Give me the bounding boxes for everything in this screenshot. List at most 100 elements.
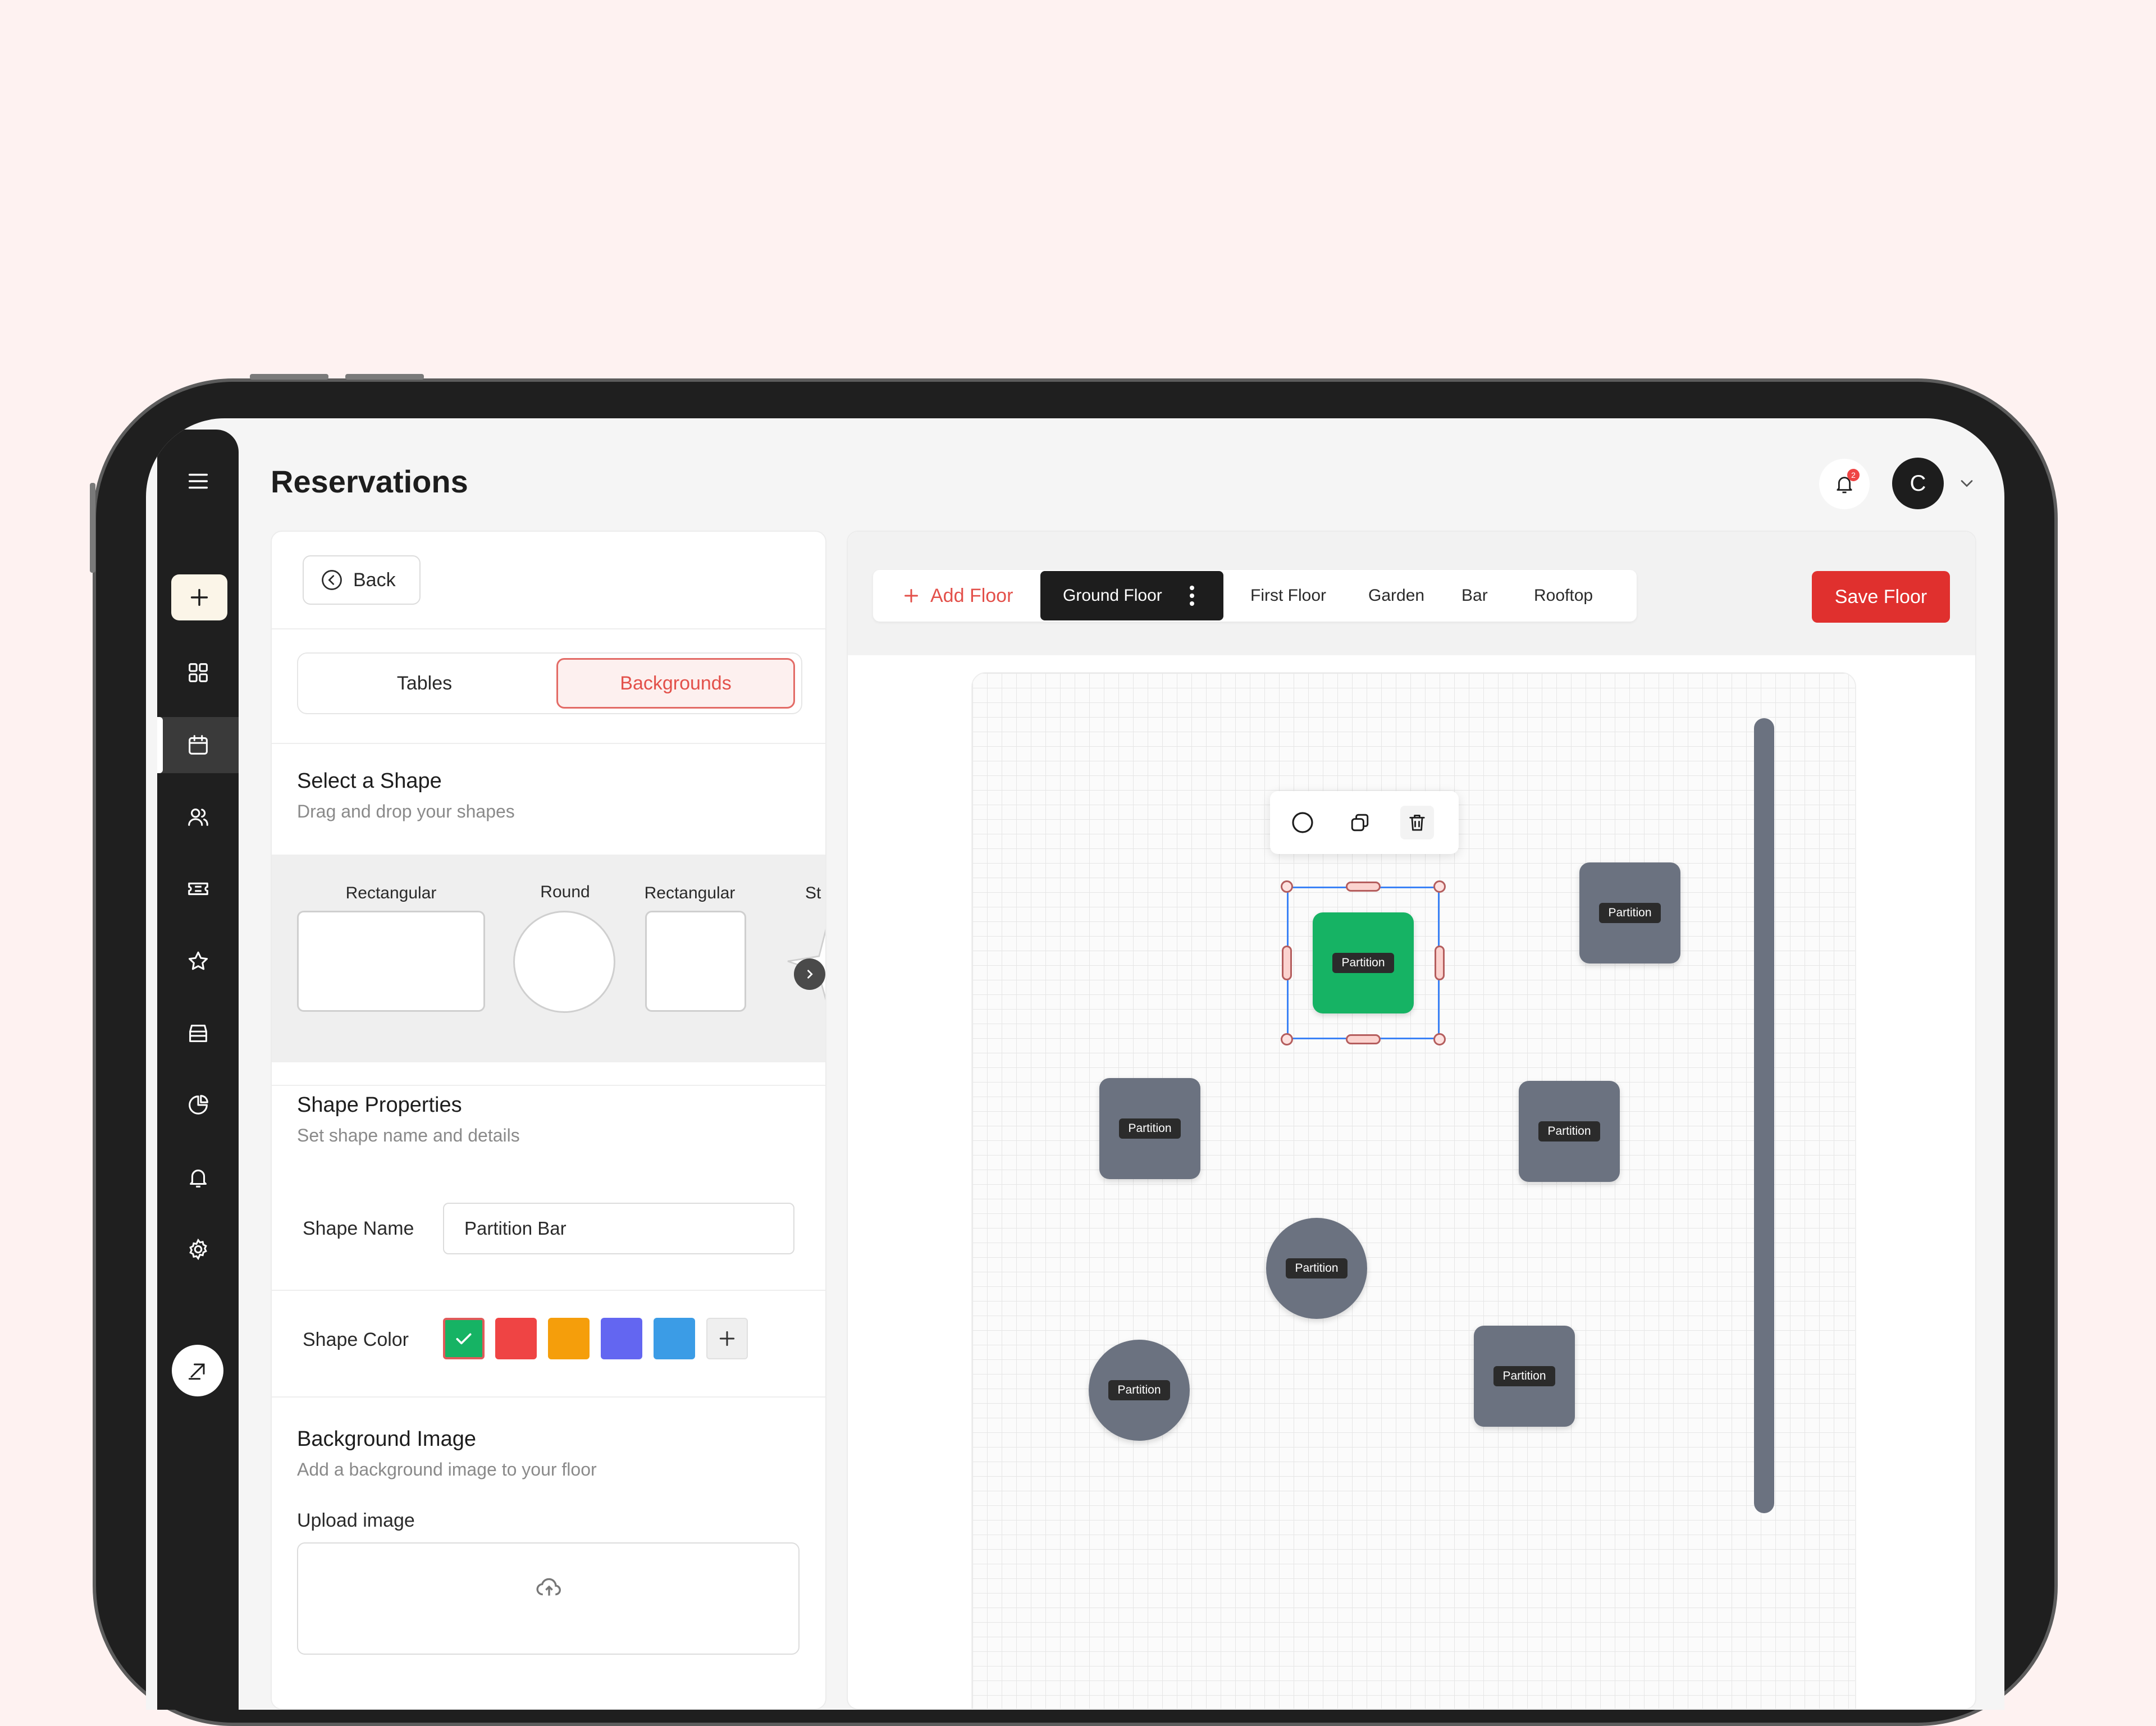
resize-handle[interactable] [1435,946,1445,980]
background-image-title: Background Image [297,1427,476,1451]
resize-handle[interactable] [1433,880,1446,893]
floor-tab-rooftop[interactable]: Rooftop [1534,570,1593,622]
panel-tabs: Tables Backgrounds [297,652,802,714]
shape-tag: Partition [1119,1118,1181,1139]
floor-tab-ground-floor[interactable]: Ground Floor [1040,571,1223,620]
upload-image-label: Upload image [297,1510,415,1531]
sidebar-item-tickets[interactable] [157,861,239,917]
shape-label: St [805,884,821,902]
calendar-icon [188,735,208,755]
sidebar-item-analytics[interactable] [157,1077,239,1133]
chevron-right-icon [807,970,813,979]
plus-icon [719,1331,735,1346]
resize-handle[interactable] [1346,1034,1381,1044]
divider [272,628,825,629]
duplicate-button[interactable] [1343,806,1377,839]
floor-tab-first-floor[interactable]: First Floor [1250,570,1326,622]
canvas-shape[interactable]: Partition [1099,1078,1200,1179]
floor-tabs: Add Floor Ground Floor First Floor Garde… [873,570,1637,622]
resize-handle[interactable] [1282,946,1292,980]
tab-backgrounds[interactable]: Backgrounds [556,658,795,709]
color-swatch-blue[interactable] [654,1318,695,1359]
notifications-button[interactable]: 2 [1819,459,1870,509]
tab-tables[interactable]: Tables [304,658,545,709]
trash-icon [1409,815,1425,831]
color-swatch-purple[interactable] [601,1318,642,1359]
shape-name-input[interactable]: Partition Bar [443,1203,794,1254]
shape-rectangular-square[interactable] [645,911,746,1012]
canvas-shape-round[interactable]: Partition [1089,1340,1190,1441]
sidebar-item-store[interactable] [157,1005,239,1061]
device-button [90,483,95,573]
shape-name-label: Shape Name [303,1218,414,1239]
users-icon [188,809,208,826]
floor-tab-garden[interactable]: Garden [1368,570,1424,622]
ticket-icon [188,882,208,896]
divider [272,1396,825,1398]
resize-handle[interactable] [1281,880,1293,893]
color-swatch-green[interactable] [443,1318,485,1359]
shape-tag: Partition [1493,1366,1555,1386]
pie-chart-icon [188,1095,208,1115]
bell-icon [189,1170,207,1188]
sidebar-item-reviews[interactable] [157,933,239,989]
select-shape-title: Select a Shape [297,769,442,793]
delete-button[interactable] [1400,806,1434,839]
avatar[interactable]: C [1892,458,1944,509]
store-icon [189,1025,207,1042]
resize-handle[interactable] [1346,882,1381,892]
shape-properties-title: Shape Properties [297,1093,462,1117]
divider [272,1290,825,1291]
shape-rectangular-wide[interactable] [297,911,485,1012]
sidebar-item-notifications[interactable] [157,1149,239,1206]
screen: Reservations 2 C Back Tables Backgrounds… [146,418,2004,1710]
back-label: Back [353,569,396,591]
page-title: Reservations [271,464,468,499]
expand-button[interactable] [172,1345,223,1396]
shape-label: Rectangular [345,884,437,902]
canvas-shape-selected[interactable]: Partition [1313,912,1414,1013]
more-vertical-icon[interactable] [1190,586,1194,606]
partition-bar[interactable] [1754,718,1774,1513]
sidebar-item-reservations[interactable] [157,717,239,773]
canvas-shape[interactable]: Partition [1474,1326,1575,1427]
add-color-button[interactable] [706,1318,748,1359]
add-icon [190,588,208,606]
select-shape-subtitle: Drag and drop your shapes [297,801,515,821]
add-floor-button[interactable]: Add Floor [901,570,1013,622]
sidebar-item-customers[interactable] [157,789,239,845]
chevron-down-icon[interactable] [1957,473,1977,494]
sidebar-item-dashboard[interactable] [157,645,239,701]
floor-toolbar: Add Floor Ground Floor First Floor Garde… [848,532,1975,655]
floor-canvas[interactable]: Partition Partition Partition Partition … [971,672,1856,1709]
circle-icon [1292,812,1313,833]
divider [272,743,825,744]
canvas-shape-round[interactable]: Partition [1266,1218,1367,1319]
gear-icon [189,1238,207,1261]
canvas-shape[interactable]: Partition [1519,1081,1620,1182]
shape-properties-subtitle: Set shape name and details [297,1125,520,1145]
floor-editor: Add Floor Ground Floor First Floor Garde… [847,531,1976,1710]
shape-tag: Partition [1108,1380,1170,1400]
shape-round[interactable] [513,911,615,1013]
notification-badge: 2 [1847,469,1860,481]
color-swatch-red[interactable] [495,1318,537,1359]
floor-tab-bar[interactable]: Bar [1461,570,1488,622]
resize-handle[interactable] [1433,1033,1446,1045]
upload-dropzone[interactable] [297,1542,800,1655]
back-button[interactable]: Back [303,555,421,605]
color-swatch-orange[interactable] [548,1318,590,1359]
check-icon [456,1333,472,1345]
make-round-button[interactable] [1286,806,1319,839]
add-button[interactable] [171,574,227,620]
shape-tag: Partition [1332,953,1394,973]
save-floor-button[interactable]: Save Floor [1812,571,1950,623]
canvas-shape[interactable]: Partition [1579,862,1680,964]
shape-tag: Partition [1599,903,1661,923]
menu-button[interactable] [157,453,239,509]
shape-tag: Partition [1286,1258,1347,1278]
resize-handle[interactable] [1281,1033,1293,1045]
sidebar-item-settings[interactable] [157,1221,239,1277]
next-shapes-button[interactable] [794,958,825,990]
plus-icon [905,589,918,602]
